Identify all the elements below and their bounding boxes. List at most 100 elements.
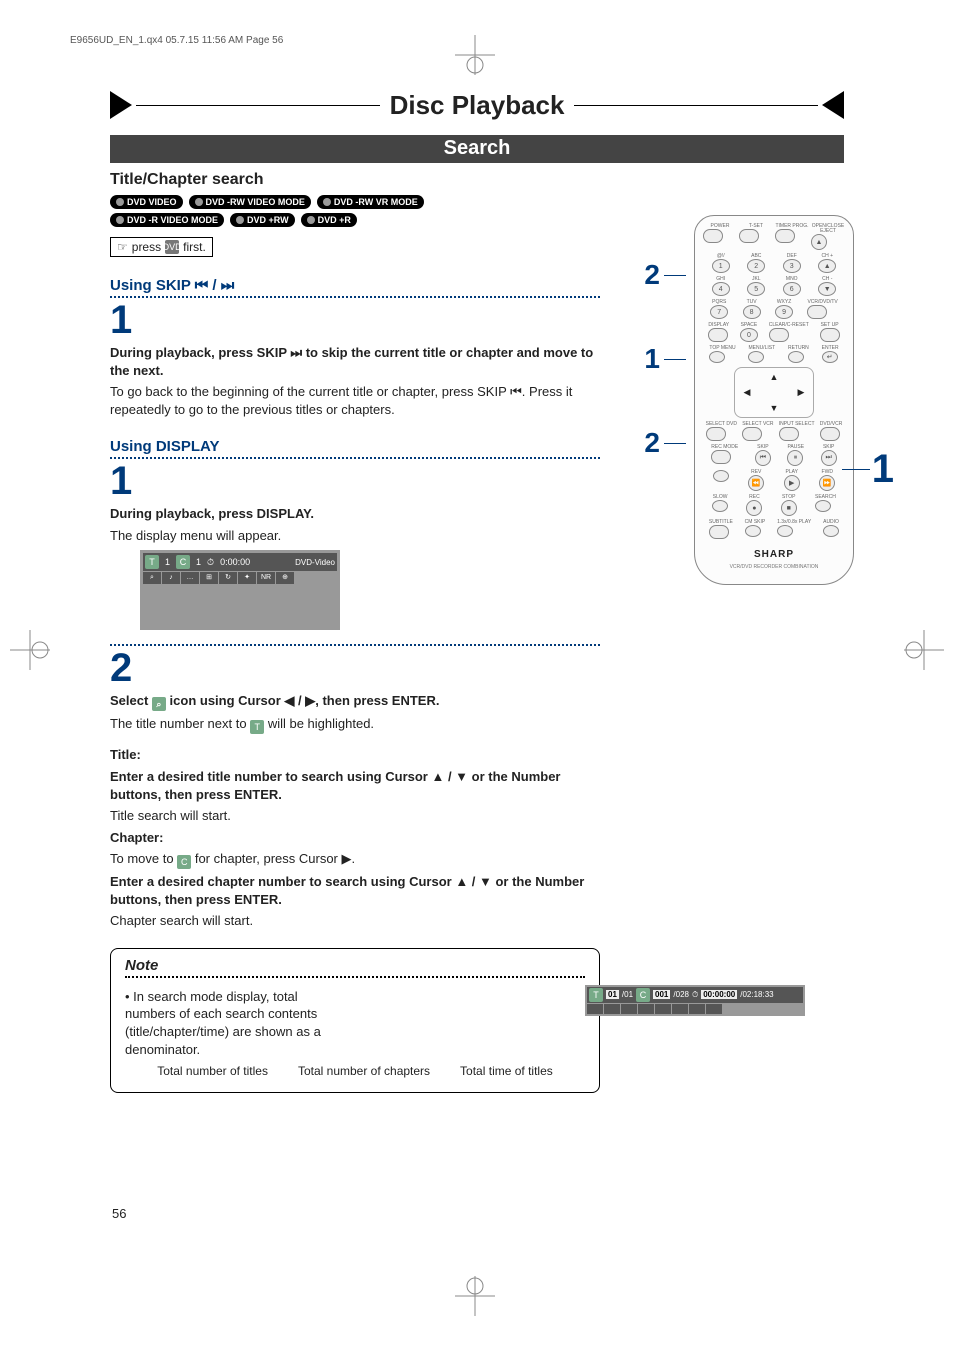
remote-menu-button <box>748 351 764 363</box>
osd-media-type: DVD-Video <box>295 558 335 567</box>
chapter-move-text: To move to C for chapter, press Cursor ▶… <box>110 850 600 869</box>
triangle-left-icon <box>110 91 132 119</box>
dvd-select-button-icon: DVD <box>165 240 179 254</box>
page-number: 56 <box>112 1206 126 1221</box>
registration-mark-left <box>10 630 50 675</box>
osd-icon-row: ⌕ ♪ … ⊞ ↻ ✦ NR ⊕ <box>143 572 337 584</box>
remote-return-button <box>788 351 804 363</box>
label-total-titles: Total number of titles <box>157 1064 268 1078</box>
display-step-2-number: 2 <box>110 648 600 688</box>
registration-mark-bottom <box>455 1276 495 1321</box>
disc-icon <box>195 198 203 206</box>
remote-vcr-dvd-tv <box>807 305 827 319</box>
cursor-up-icon: ▲ <box>770 372 779 382</box>
disc-icon <box>307 216 315 224</box>
cursor-down-icon: ▼ <box>770 403 779 413</box>
note-osd-row2 <box>587 1004 803 1014</box>
remote-skip-back: ⏮ <box>755 450 771 466</box>
remote-num-5: 5 <box>747 282 765 296</box>
disc-icon <box>116 216 124 224</box>
callout-1: 1 <box>644 343 686 375</box>
callout-2a: 2 <box>644 259 686 291</box>
section-heading: Title/Chapter search <box>110 171 844 189</box>
title-instruction: Enter a desired title number to search u… <box>110 768 600 803</box>
step-number-1: 1 <box>110 300 600 340</box>
chapter-label: Chapter: <box>110 830 163 845</box>
remote-ch-up: ▲ <box>818 259 836 273</box>
remote-topmenu-button <box>709 351 725 363</box>
chapter-icon: C <box>177 855 191 869</box>
remote-eject-button: ▲ <box>811 234 827 250</box>
display-step-1-detail: The display menu will appear. <box>110 527 600 545</box>
remote-rec: ● <box>746 500 762 516</box>
remote-cm-skip <box>745 525 761 537</box>
remote-num-6: 6 <box>783 282 801 296</box>
chapter-instruction: Enter a desired chapter number to search… <box>110 873 600 908</box>
badge-dvd-plus-r: DVD +R <box>301 213 357 227</box>
note-osd: T 01 /01 C 001 /028 ⏱ 00:00:00 /02:18:33 <box>585 985 805 1016</box>
title-icon: T <box>589 988 603 1002</box>
clock-icon: ⏱ <box>692 990 698 1000</box>
remote-brand-sub: VCR/DVD RECORDER COMBINATION <box>730 564 819 570</box>
remote-dpad: ▲ ◀ ▶ ▼ <box>734 367 814 418</box>
disc-icon <box>323 198 331 206</box>
remote-num-4: 4 <box>712 282 730 296</box>
remote-rev: ⏪ <box>748 475 764 491</box>
osd-audio-icon: ♪ <box>162 572 180 584</box>
note-box: Note • In search mode display, total num… <box>110 948 600 1093</box>
disc-icon <box>236 216 244 224</box>
remote-clear-button <box>769 328 789 342</box>
disc-icon <box>116 198 124 206</box>
remote-speed-play <box>777 525 793 537</box>
osd-display-menu: T 1 C 1 ⏱ 0:00:00 DVD-Video ⌕ ♪ … ⊞ ↻ ✦ … <box>140 550 340 630</box>
remote-callouts-left: 2 1 2 <box>644 259 686 459</box>
title-label: Title: <box>110 747 141 762</box>
osd-subtitle-icon: … <box>181 572 199 584</box>
badge-dvd-rw-video: DVD -RW VIDEO MODE <box>189 195 311 209</box>
cursor-right-icon: ▶ <box>798 387 805 398</box>
remote-enter-button: ↵ <box>822 351 838 363</box>
step-divider <box>110 644 600 646</box>
osd-angle-icon: ⊞ <box>200 572 218 584</box>
search-icon: ⌕ <box>152 697 166 711</box>
cursor-left-icon: ◀ <box>744 387 751 398</box>
document-header: E9656UD_EN_1.qx4 05.7.15 11:56 AM Page 5… <box>70 35 283 46</box>
clock-icon: ⏱ <box>207 557 214 568</box>
remote-num-8: 8 <box>743 305 761 319</box>
badge-dvd-plus-rw: DVD +RW <box>230 213 295 227</box>
remote-num-9: 9 <box>775 305 793 319</box>
display-step-2-instruction: Select ⌕ icon using Cursor ◀ / ▶, then p… <box>110 692 600 711</box>
osd-status-row: T 1 C 1 ⏱ 0:00:00 DVD-Video <box>143 553 337 571</box>
remote-illustration: 2 1 2 POWER T-SET TIMER PROG. OPEN/CLOSE… <box>644 215 854 585</box>
left-column: Using SKIP ⏮ / ⏭ 1 During playback, pres… <box>110 277 600 1093</box>
badge-dvd-video: DVD VIDEO <box>110 195 183 209</box>
using-display-heading: Using DISPLAY <box>110 438 600 459</box>
osd-search-icon: ⌕ <box>143 572 161 584</box>
triangle-right-icon <box>822 91 844 119</box>
remote-num-0: 0 <box>740 328 758 342</box>
osd-marker-icon: ✦ <box>238 572 256 584</box>
remote-ch-down: ▼ <box>818 282 836 296</box>
remote-control: POWER T-SET TIMER PROG. OPEN/CLOSE EJECT… <box>694 215 854 585</box>
remote-display-button <box>708 328 728 342</box>
remote-input-select <box>779 427 799 441</box>
osd-repeat-icon: ↻ <box>219 572 237 584</box>
chapter-icon: C <box>636 988 650 1002</box>
remote-dvd-vcr <box>820 427 840 441</box>
remote-slow <box>712 500 728 512</box>
using-skip-heading: Using SKIP ⏮ / ⏭ <box>110 277 600 298</box>
remote-num-1: 1 <box>712 259 730 273</box>
chapter-icon: C <box>176 555 190 569</box>
remote-tset-button <box>739 229 759 243</box>
badge-dvd-r-video: DVD -R VIDEO MODE <box>110 213 224 227</box>
remote-num-2: 2 <box>747 259 765 273</box>
remote-blank-1 <box>713 470 729 482</box>
remote-setup-button <box>820 328 840 342</box>
note-callout-labels: Total number of titles Total number of c… <box>125 1064 585 1078</box>
remote-skip-fwd: ⏭ <box>821 450 837 466</box>
press-first-note: ☞ press DVD first. <box>110 237 213 257</box>
skip-step-1-instruction: During playback, press SKIP ⏭ to skip th… <box>110 344 600 379</box>
display-step-1-number: 1 <box>110 461 600 501</box>
callout-right-1: 1 <box>872 447 894 492</box>
remote-stop: ■ <box>781 500 797 516</box>
